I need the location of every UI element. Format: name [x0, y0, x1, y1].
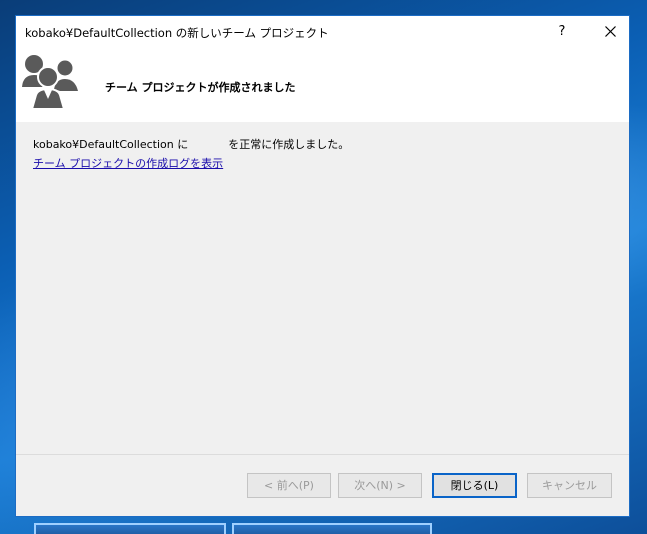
window-title: kobako¥DefaultCollection の新しいチーム プロジェクト	[25, 26, 329, 40]
new-team-project-dialog: kobako¥DefaultCollection の新しいチーム プロジェクト …	[15, 15, 630, 517]
message-part-2: を正常に作成しました。	[228, 138, 350, 151]
help-icon: ?	[558, 24, 566, 39]
view-creation-log-link[interactable]: チーム プロジェクトの作成ログを表示	[33, 155, 223, 171]
cancel-button[interactable]: キャンセル	[527, 473, 612, 498]
taskbar-thumbnail[interactable]	[232, 523, 432, 534]
dialog-body: kobako¥DefaultCollection に を正常に作成しました。 チー…	[16, 122, 629, 452]
dialog-header: チーム プロジェクトが作成されました	[16, 47, 629, 122]
footer-divider	[16, 454, 629, 455]
previous-button[interactable]: < 前へ(P)	[247, 473, 331, 498]
title-bar[interactable]: kobako¥DefaultCollection の新しいチーム プロジェクト …	[16, 16, 629, 47]
close-icon	[605, 26, 616, 37]
close-window-button[interactable]	[591, 16, 629, 47]
help-button[interactable]: ?	[546, 16, 578, 47]
success-message: kobako¥DefaultCollection に を正常に作成しました。	[33, 136, 349, 152]
close-button[interactable]: 閉じる(L)	[432, 473, 517, 498]
page-title: チーム プロジェクトが作成されました	[105, 81, 296, 94]
team-icon	[22, 55, 78, 110]
taskbar-thumbnail[interactable]	[34, 523, 226, 534]
message-part-1: kobako¥DefaultCollection に	[33, 138, 189, 151]
next-button[interactable]: 次へ(N) >	[338, 473, 422, 498]
